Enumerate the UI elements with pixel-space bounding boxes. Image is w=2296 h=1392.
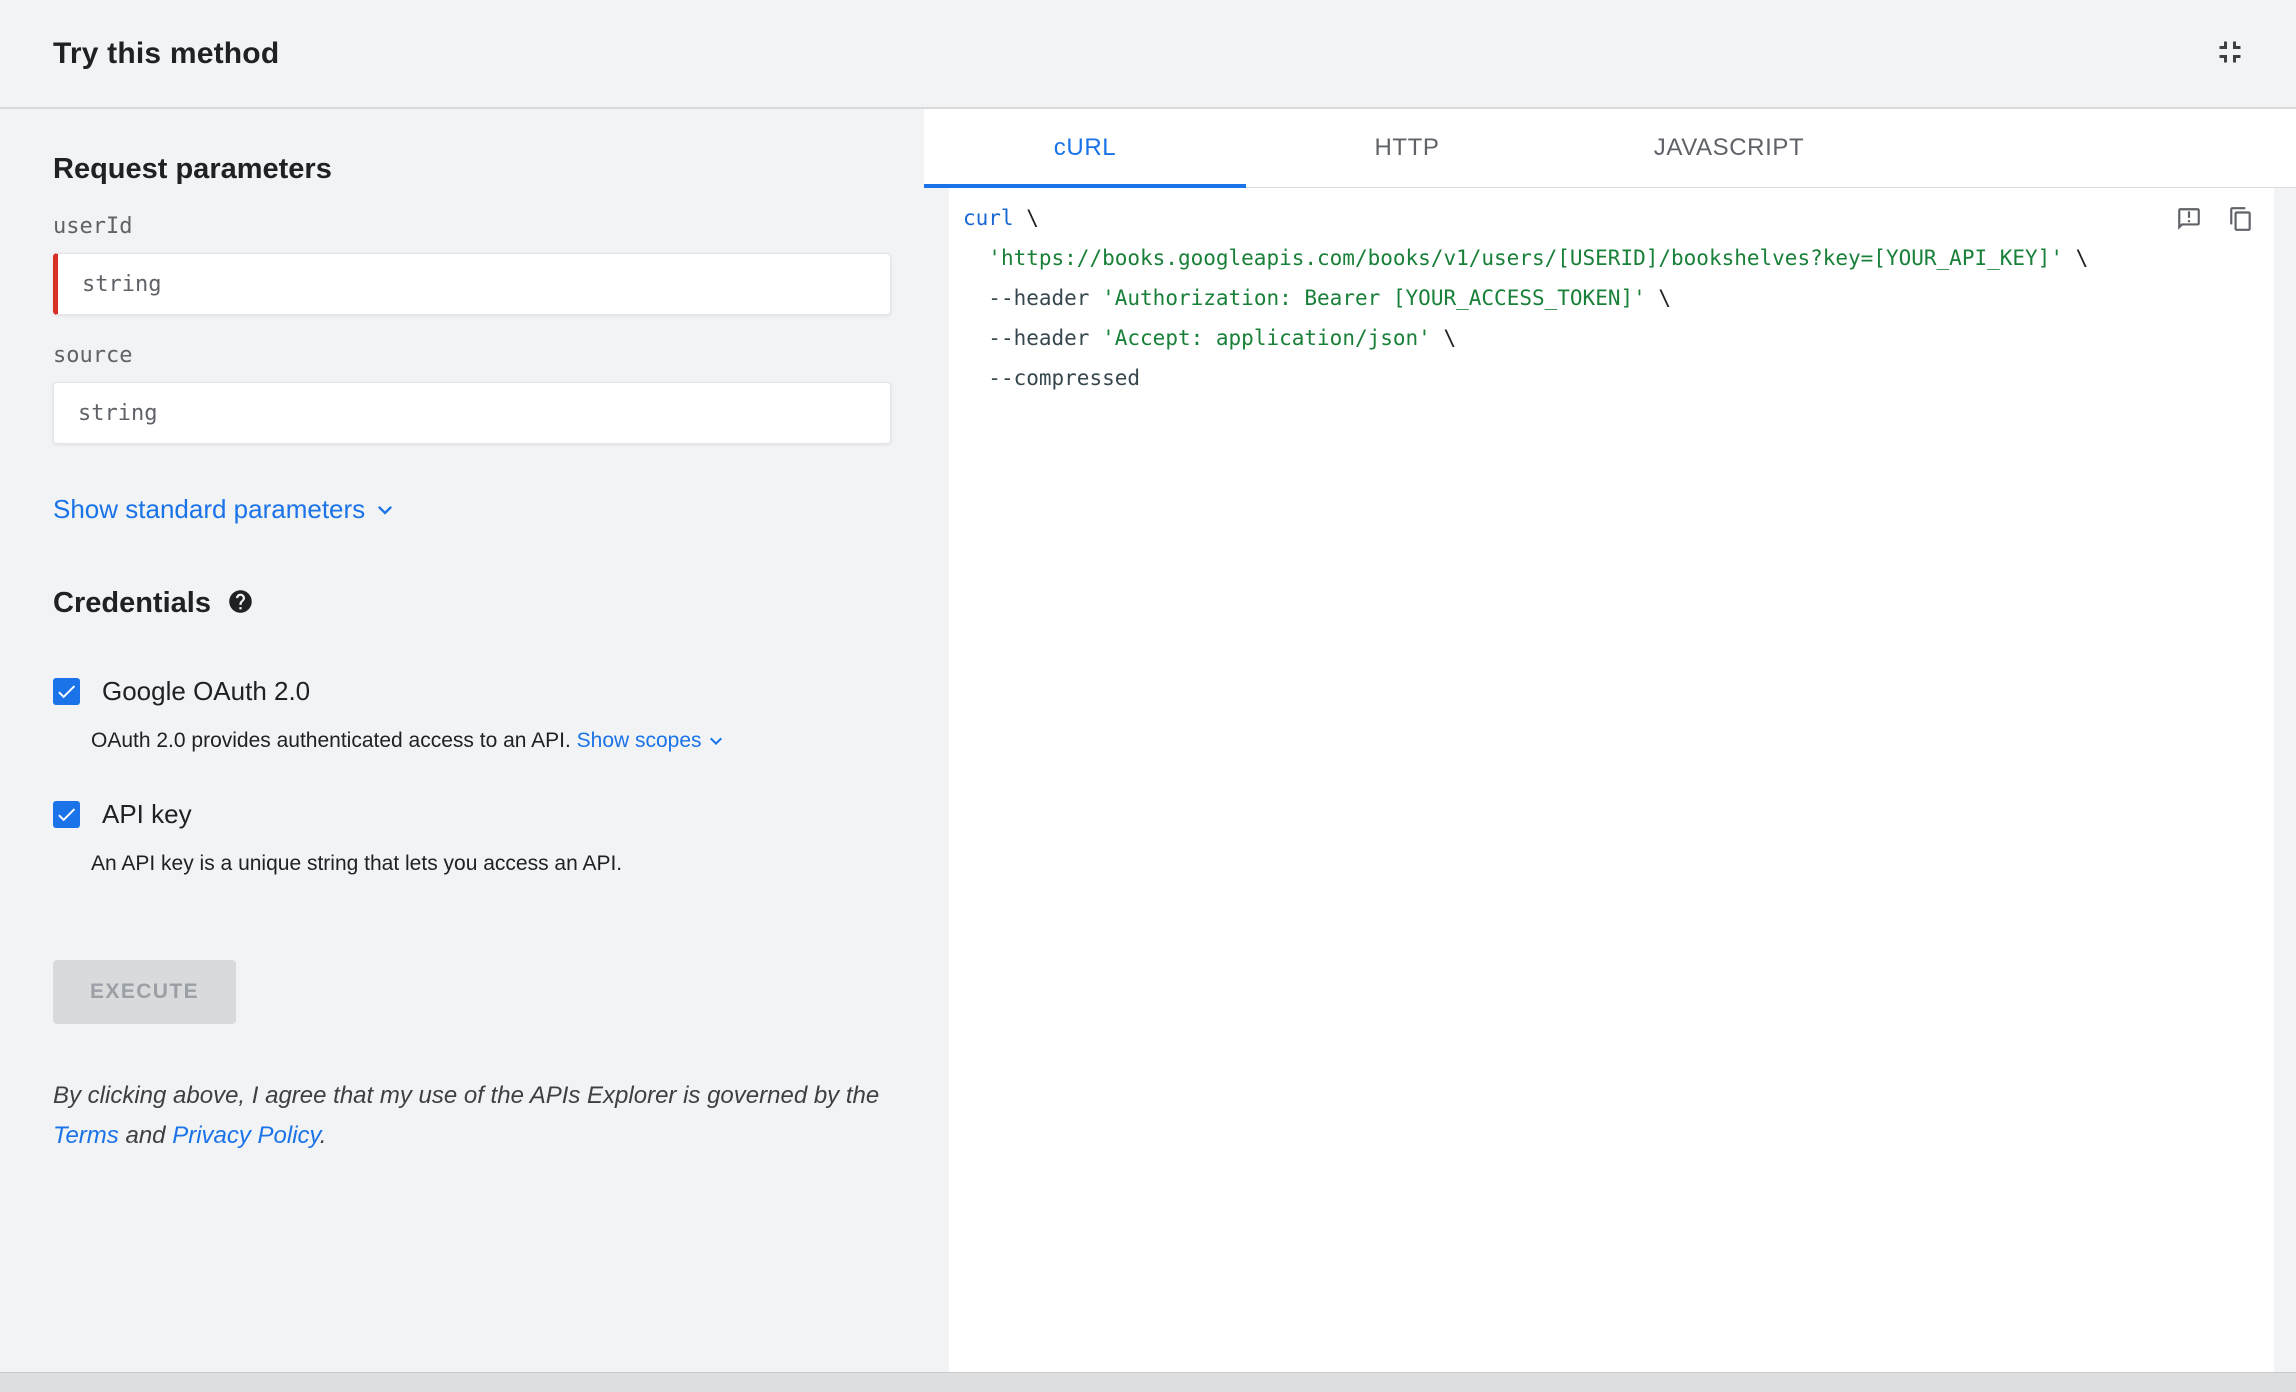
tab-http[interactable]: HTTP	[1246, 109, 1568, 187]
oauth-label: Google OAuth 2.0	[102, 676, 311, 706]
report-issue-icon[interactable]	[2176, 206, 2202, 237]
oauth-description: OAuth 2.0 provides authenticated access …	[91, 729, 891, 753]
page-background-strip	[0, 1372, 2296, 1392]
oauth-description-text: OAuth 2.0 provides authenticated access …	[91, 729, 577, 752]
disclaimer-text: By clicking above, I agree that my use o…	[53, 1082, 880, 1109]
show-scopes-label: Show scopes	[576, 729, 702, 752]
code-tabbar: cURL HTTP JAVASCRIPT	[924, 109, 2296, 188]
apikey-checkbox	[53, 801, 80, 828]
code-block: curl \ 'https://books.googleapis.com/boo…	[963, 206, 2089, 390]
disclaimer-text: and	[118, 1122, 173, 1149]
tab-curl[interactable]: cURL	[924, 109, 1246, 188]
param-label-source: source	[53, 343, 133, 368]
request-parameters-heading: Request parameters	[53, 153, 332, 185]
apikey-label: API key	[102, 799, 192, 829]
apikey-description: An API key is a unique string that lets …	[91, 852, 623, 875]
fullscreen-exit-button[interactable]	[2208, 30, 2252, 77]
privacy-policy-link[interactable]: Privacy Policy	[172, 1122, 320, 1149]
chevron-down-icon	[378, 505, 393, 515]
userid-field[interactable]	[53, 253, 891, 315]
param-label-userid: userId	[53, 214, 133, 239]
terms-link[interactable]: Terms	[53, 1122, 119, 1149]
help-icon[interactable]	[227, 588, 254, 620]
request-panel: Request parameters userId source Show st…	[0, 109, 924, 1372]
disclaimer: By clicking above, I agree that my use o…	[53, 1076, 885, 1156]
disclaimer-text: .	[319, 1122, 327, 1149]
oauth-checkbox	[53, 678, 80, 705]
code-panel: cURL HTTP JAVASCRIPT curl \ 'https://boo…	[924, 109, 2296, 1372]
source-field[interactable]	[53, 382, 891, 444]
try-this-method-dialog: Try this method Request parameters userI…	[0, 0, 2296, 1372]
execute-button[interactable]: EXECUTE	[53, 960, 236, 1024]
fullscreen-exit-icon	[2212, 34, 2248, 73]
oauth-checkbox-row[interactable]: Google OAuth 2.0	[53, 676, 891, 707]
code-card: curl \ 'https://books.googleapis.com/boo…	[949, 188, 2274, 1372]
apikey-checkbox-row[interactable]: API key	[53, 799, 891, 830]
show-scopes-link[interactable]: Show scopes	[577, 729, 728, 753]
dialog-header: Try this method	[0, 0, 2296, 109]
credentials-heading: Credentials	[53, 587, 211, 619]
show-standard-parameters-link[interactable]: Show standard parameters	[53, 494, 399, 525]
tab-javascript[interactable]: JAVASCRIPT	[1568, 109, 1890, 187]
page-title: Try this method	[53, 36, 280, 70]
chevron-down-icon	[709, 737, 722, 745]
show-standard-parameters-label: Show standard parameters	[53, 494, 366, 524]
copy-icon[interactable]	[2228, 206, 2254, 237]
